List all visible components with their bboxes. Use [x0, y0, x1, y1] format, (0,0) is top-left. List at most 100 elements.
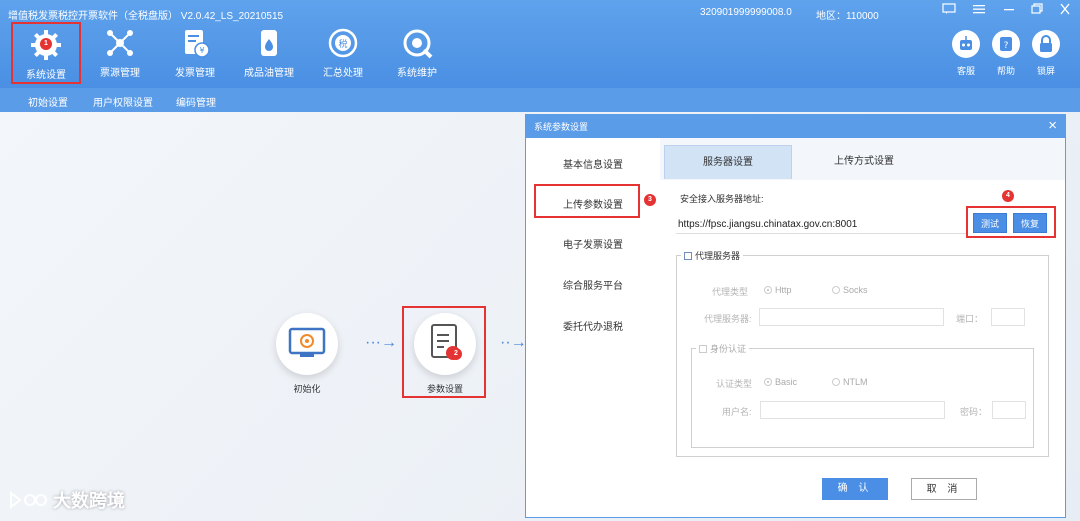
step-init[interactable] [276, 313, 338, 375]
sidebar-item-basic-info[interactable]: 基本信息设置 [526, 156, 660, 171]
auth-type-label: 认证类型 [716, 379, 753, 389]
username-label: 用户名: [722, 407, 752, 417]
auth-group: 身份认证 认证类型 Basic NTLM 用户名: 密码： [691, 342, 1034, 448]
menu-label: 发票管理 [175, 68, 215, 79]
sidebar-item-tax-refund[interactable]: 委托代办退税 [526, 318, 660, 333]
tool-customer-service[interactable]: 客服 [948, 30, 984, 84]
robot-icon [952, 30, 980, 58]
auth-legend-text: 身份认证 [710, 344, 747, 354]
help-icon: ? [992, 30, 1020, 58]
cancel-button[interactable]: 取 消 [911, 478, 977, 500]
wrench-icon [403, 29, 433, 59]
monitor-icon [288, 327, 326, 357]
sub-navigation: 初始设置 用户权限设置 编码管理 [0, 88, 1080, 112]
tab-upload-method[interactable]: 上传方式设置 [794, 145, 934, 179]
app-title: 增值税发票税控开票软件（全税盘版） V2.0.42_LS_20210515 [8, 11, 284, 22]
radio-ntlm[interactable]: NTLM [832, 377, 868, 387]
app-window: 增值税发票税控开票软件（全税盘版） V2.0.42_LS_20210515 32… [0, 0, 1080, 521]
dialog-close-icon[interactable]: × [1048, 117, 1057, 135]
flow-arrow-icon: ···→ [365, 334, 397, 351]
radio-dot [832, 286, 840, 294]
radio-dot [764, 286, 772, 294]
proxy-port-input[interactable] [991, 308, 1025, 326]
menu-invoice-management[interactable]: ¥ 发票管理 [160, 22, 230, 84]
radio-socks-label: Socks [843, 285, 868, 295]
step-params[interactable]: 2 [414, 313, 476, 375]
radio-http-label: Http [775, 285, 792, 295]
document-settings-icon [431, 324, 460, 360]
annotation-badge-3: 3 [644, 194, 656, 206]
tool-label: 锁屏 [1036, 66, 1055, 76]
svg-text:¥: ¥ [199, 46, 204, 55]
dialog-title: 系统参数设置 [534, 122, 589, 132]
watermark-text: 大数跨境 [53, 491, 126, 511]
region-code: 地区：110000 [816, 11, 879, 22]
sidebar-item-service-platform[interactable]: 综合服务平台 [526, 277, 660, 292]
username-input[interactable] [760, 401, 945, 419]
proxy-server-label: 代理服务器: [704, 314, 752, 324]
highlight-box [534, 184, 640, 218]
auth-checkbox[interactable] [699, 345, 707, 353]
radio-basic[interactable]: Basic [764, 377, 797, 387]
menu-label: 汇总处理 [323, 68, 363, 79]
menu-ticket-source[interactable]: 票源管理 [85, 22, 155, 84]
radio-socks[interactable]: Socks [832, 285, 868, 295]
radio-dot [832, 378, 840, 386]
close-icon[interactable] [1054, 3, 1076, 19]
confirm-button[interactable]: 确 认 [822, 478, 888, 500]
subnav-initial-settings[interactable]: 初始设置 [28, 94, 68, 109]
input-underline [676, 233, 968, 234]
radio-http[interactable]: Http [764, 285, 792, 295]
tool-help[interactable]: ? 帮助 [988, 30, 1024, 84]
menu-label: 系统维护 [397, 68, 437, 79]
radio-dot [764, 378, 772, 386]
message-icon[interactable] [938, 3, 960, 19]
password-input[interactable] [992, 401, 1026, 419]
tax-serial-number: 320901999999008.0 [700, 7, 792, 18]
header-bar: 增值税发票税控开票软件（全税盘版） V2.0.42_LS_20210515 32… [0, 0, 1080, 88]
restore-icon[interactable] [1026, 3, 1048, 19]
test-button[interactable]: 测试 [973, 213, 1007, 233]
proxy-checkbox[interactable] [684, 252, 692, 260]
radio-ntlm-label: NTLM [843, 377, 868, 387]
minimize-icon[interactable] [998, 3, 1020, 19]
radio-basic-label: Basic [775, 377, 798, 387]
menu-label: 票源管理 [100, 68, 140, 79]
network-icon [107, 30, 133, 56]
proxy-port-label: 端口： [956, 314, 984, 324]
sidebar-item-einvoice[interactable]: 电子发票设置 [526, 236, 660, 251]
menu-label: 系统设置 [26, 70, 66, 81]
proxy-server-input[interactable] [759, 308, 944, 326]
proxy-legend[interactable]: 代理服务器 [681, 249, 744, 262]
auth-legend[interactable]: 身份认证 [696, 342, 750, 355]
server-address-input[interactable]: https://fpsc.jiangsu.chinatax.gov.cn:800… [678, 219, 857, 230]
tool-label: 客服 [956, 66, 975, 76]
subnav-user-permissions[interactable]: 用户权限设置 [93, 94, 153, 109]
invoice-icon: ¥ [185, 30, 210, 58]
annotation-badge-1: 1 [40, 38, 52, 50]
oil-drum-icon [261, 30, 277, 56]
menu-system-maintenance[interactable]: 系统维护 [382, 22, 452, 84]
restore-button[interactable]: 恢复 [1013, 213, 1047, 233]
dialog-header: 系统参数设置 × [526, 115, 1065, 138]
menu-icon[interactable] [968, 3, 990, 19]
svg-text:?: ? [1004, 41, 1009, 51]
annotation-badge-2: 2 [450, 348, 462, 360]
tab-server-settings[interactable]: 服务器设置 [664, 145, 792, 179]
proxy-legend-text: 代理服务器 [695, 251, 741, 261]
tool-lock-screen[interactable]: 锁屏 [1028, 30, 1064, 84]
proxy-type-label: 代理类型 [712, 287, 749, 297]
flow-arrow-icon: ··→ [500, 334, 527, 351]
menu-oil-management[interactable]: 成品油管理 [234, 22, 304, 84]
subnav-code-management[interactable]: 编码管理 [176, 94, 216, 109]
proxy-group: 代理服务器 代理类型 Http Socks 代理服务器: 端口： 身份认证 认证… [676, 249, 1049, 457]
summary-icon: 税 [328, 28, 358, 58]
dialog-sidebar: 基本信息设置 上传参数设置 电子发票设置 综合服务平台 委托代办退税 3 [526, 138, 660, 517]
menu-summary[interactable]: 税 汇总处理 [308, 22, 378, 84]
annotation-badge-4: 4 [1002, 190, 1014, 202]
server-address-label: 安全接入服务器地址: [680, 194, 764, 204]
menu-system-settings[interactable]: 系统设置 1 [11, 22, 81, 84]
tool-label: 帮助 [996, 66, 1015, 76]
lock-icon [1032, 30, 1060, 58]
watermark-logo-icon [10, 490, 47, 510]
